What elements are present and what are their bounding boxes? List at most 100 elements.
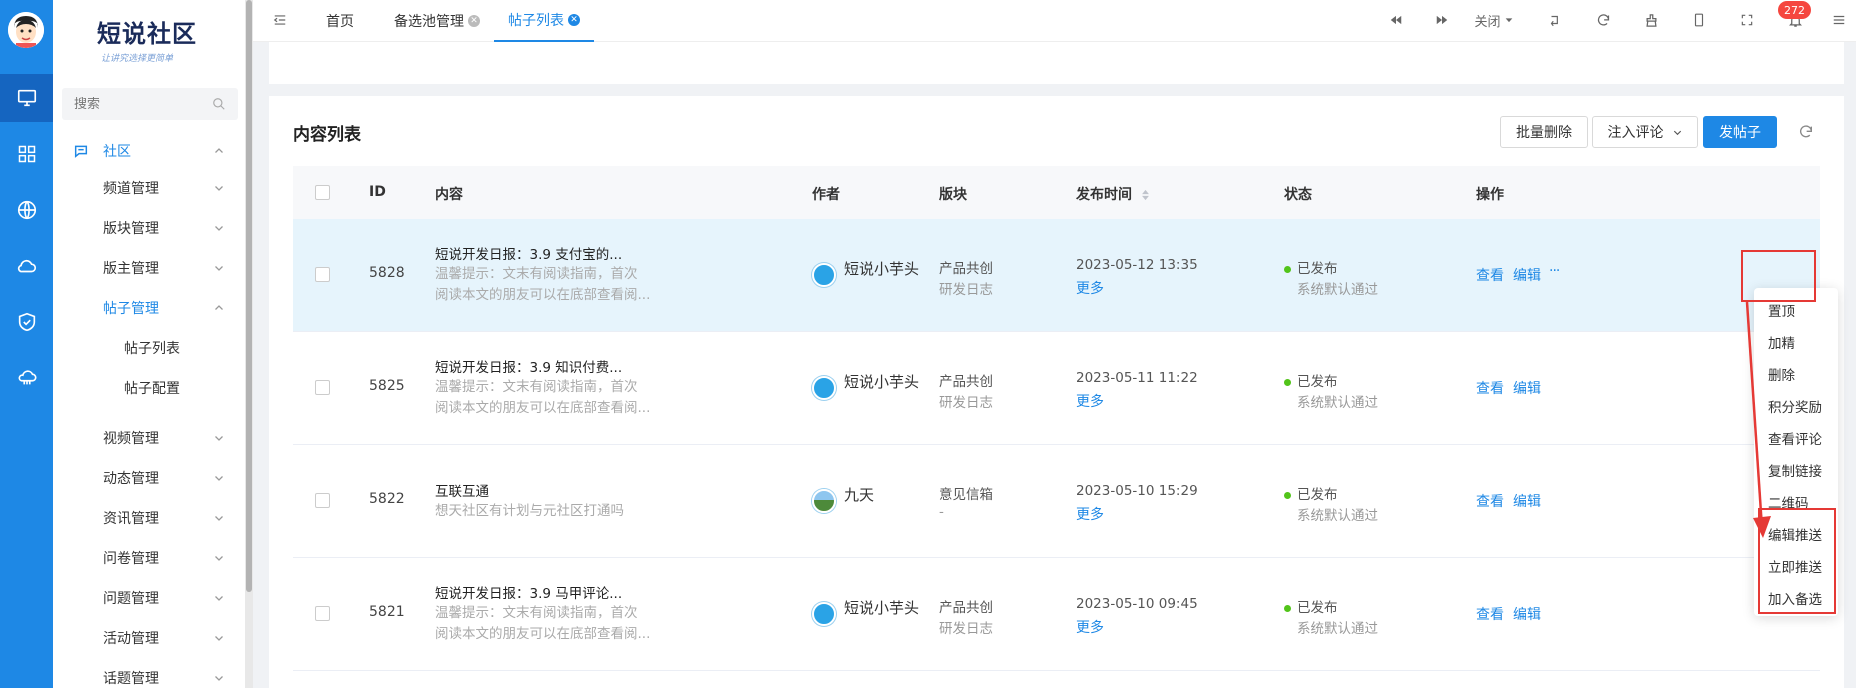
chevron-up-icon (215, 148, 223, 153)
view-link[interactable]: 查看 (1476, 378, 1504, 398)
search-input[interactable] (74, 96, 204, 112)
sidebar-item-dynamic[interactable]: 动态管理 (53, 460, 245, 496)
tab-candidate[interactable]: 备选池管理 ✕ (394, 0, 480, 42)
more-link[interactable]: 更多 (1076, 391, 1104, 411)
sidebar-item-news[interactable]: 资讯管理 (53, 500, 245, 536)
tab-scroll-left-button[interactable] (1382, 6, 1410, 34)
status-detail: 系统默认通过 (1297, 508, 1378, 524)
sidebar-item-post[interactable]: 帖子管理 (53, 290, 245, 326)
more-link[interactable]: 更多 (1076, 617, 1104, 637)
tab-home[interactable]: 首页 (326, 0, 354, 42)
batch-delete-button[interactable]: 批量删除 (1500, 116, 1588, 148)
menu-item-push-now[interactable]: 立即推送 (1768, 556, 1822, 576)
sidebar-item-moderator[interactable]: 版主管理 (53, 250, 245, 286)
edit-link[interactable]: 编辑 (1513, 265, 1541, 285)
sidebar-item-survey[interactable]: 问卷管理 (53, 540, 245, 576)
row-checkbox[interactable] (315, 267, 330, 282)
cloud-network-icon (18, 370, 36, 385)
post-title[interactable]: 互联互通 (435, 480, 489, 500)
menu-item-points-reward[interactable]: 积分奖励 (1768, 396, 1822, 416)
sidebar-item-block[interactable]: 版块管理 (53, 210, 245, 246)
more-actions-button[interactable]: ··· (1549, 263, 1560, 279)
sidebar-item-label: 动态管理 (103, 471, 159, 487)
refresh-button[interactable] (1589, 6, 1617, 34)
scrollbar-thumb[interactable] (246, 0, 252, 592)
user-avatar[interactable] (8, 12, 44, 48)
edit-link[interactable]: 编辑 (1513, 491, 1541, 511)
table-row[interactable]: 5828 短说开发日报：3.9 支付宝的... 温馨提示：文末有阅读指南，首次阅… (293, 219, 1820, 332)
tab-post-list[interactable]: 帖子列表 ✕ (494, 0, 594, 42)
row-checkbox[interactable] (315, 493, 330, 508)
sub-block-name: 研发日志 (939, 395, 993, 411)
row-checkbox[interactable] (315, 380, 330, 395)
publish-time: 2023-05-10 15:29 (1076, 483, 1198, 499)
menu-item-copy-link[interactable]: 复制链接 (1768, 460, 1822, 480)
rail-cloud[interactable] (0, 242, 53, 290)
close-tab-icon[interactable]: ✕ (568, 14, 580, 26)
sidebar-subitem-post-list[interactable]: 帖子列表 (53, 330, 245, 366)
post-title[interactable]: 短说开发日报：3.9 知识付费... (435, 356, 622, 376)
search-box[interactable] (62, 88, 238, 120)
author-name: 短说小芋头 (844, 260, 920, 278)
clear-cache-button[interactable] (1637, 6, 1665, 34)
sidebar-item-label: 帖子管理 (103, 301, 159, 317)
create-post-button[interactable]: 发帖子 (1703, 116, 1777, 148)
menu-item-feature[interactable]: 加精 (1768, 332, 1795, 352)
reload-list-button[interactable] (1794, 120, 1818, 144)
more-menu-button[interactable] (1825, 6, 1853, 34)
sidebar-item-video[interactable]: 视频管理 (53, 420, 245, 456)
table-row[interactable]: 5822 互联互通 想天社区有计划与元社区打通吗 九天 意见信箱 - 2023-… (293, 445, 1820, 558)
inject-comment-dropdown[interactable]: 注入评论 (1592, 116, 1698, 148)
edit-link[interactable]: 编辑 (1513, 378, 1541, 398)
select-all-checkbox[interactable] (315, 185, 330, 200)
fullscreen-button[interactable] (1733, 6, 1761, 34)
sidebar-section-community[interactable]: 社区 (53, 133, 245, 169)
tab-scroll-right-button[interactable] (1428, 6, 1456, 34)
sidebar-item-question[interactable]: 问题管理 (53, 580, 245, 616)
sidebar-item-channel[interactable]: 频道管理 (53, 170, 245, 206)
phone-icon (1694, 13, 1704, 27)
status-dot (1284, 265, 1291, 273)
sort-icon[interactable] (1141, 189, 1150, 201)
menu-item-qrcode[interactable]: 二维码 (1768, 492, 1809, 512)
rail-globe[interactable] (0, 186, 53, 234)
menu-item-pin[interactable]: 置顶 (1768, 300, 1795, 320)
rail-apps[interactable] (0, 130, 53, 178)
column-header-publish-time[interactable]: 发布时间 (1076, 184, 1150, 204)
view-link[interactable]: 查看 (1476, 604, 1504, 624)
more-link[interactable]: 更多 (1076, 278, 1104, 298)
menu-item-add-candidate[interactable]: 加入备选 (1768, 588, 1822, 608)
menu-item-edit-push[interactable]: 编辑推送 (1768, 524, 1822, 544)
collapse-sidebar-button[interactable] (266, 6, 294, 34)
caret-down-icon (1505, 18, 1512, 23)
grid-icon (18, 145, 35, 163)
table-row[interactable]: 5825 短说开发日报：3.9 知识付费... 温馨提示：文末有阅读指南，首次阅… (293, 332, 1820, 445)
return-icon (1550, 15, 1558, 27)
back-button[interactable] (1541, 6, 1569, 34)
menu-item-delete[interactable]: 删除 (1768, 364, 1795, 384)
sidebar-subitem-post-config[interactable]: 帖子配置 (53, 370, 245, 406)
row-checkbox[interactable] (315, 606, 330, 621)
rail-desktop[interactable] (0, 74, 53, 122)
post-title[interactable]: 短说开发日报：3.9 支付宝的... (435, 243, 622, 263)
sidebar-item-activity[interactable]: 活动管理 (53, 620, 245, 656)
sidebar-scrollbar[interactable] (245, 0, 253, 688)
shield-check-icon (18, 312, 35, 332)
menu-item-view-comments[interactable]: 查看评论 (1768, 428, 1822, 448)
logo: 短说社区 让讲究选择更简单 (97, 14, 217, 64)
rail-shield[interactable] (0, 298, 53, 346)
status-detail: 系统默认通过 (1297, 282, 1378, 298)
chevron-down-icon (215, 436, 223, 441)
close-tabs-dropdown[interactable]: 关闭 (1469, 6, 1519, 34)
edit-link[interactable]: 编辑 (1513, 604, 1541, 624)
rail-cloud-net[interactable] (0, 354, 53, 402)
more-link[interactable]: 更多 (1076, 504, 1104, 524)
close-label: 关闭 (1474, 14, 1501, 30)
mobile-preview-button[interactable] (1685, 6, 1713, 34)
sidebar-item-topic[interactable]: 话题管理 (53, 660, 245, 688)
view-link[interactable]: 查看 (1476, 491, 1504, 511)
post-title[interactable]: 短说开发日报：3.9 马甲评论... (435, 582, 622, 602)
view-link[interactable]: 查看 (1476, 265, 1504, 285)
table-row[interactable]: 5821 短说开发日报：3.9 马甲评论... 温馨提示：文末有阅读指南，首次阅… (293, 558, 1820, 671)
close-tab-icon[interactable]: ✕ (468, 15, 480, 27)
